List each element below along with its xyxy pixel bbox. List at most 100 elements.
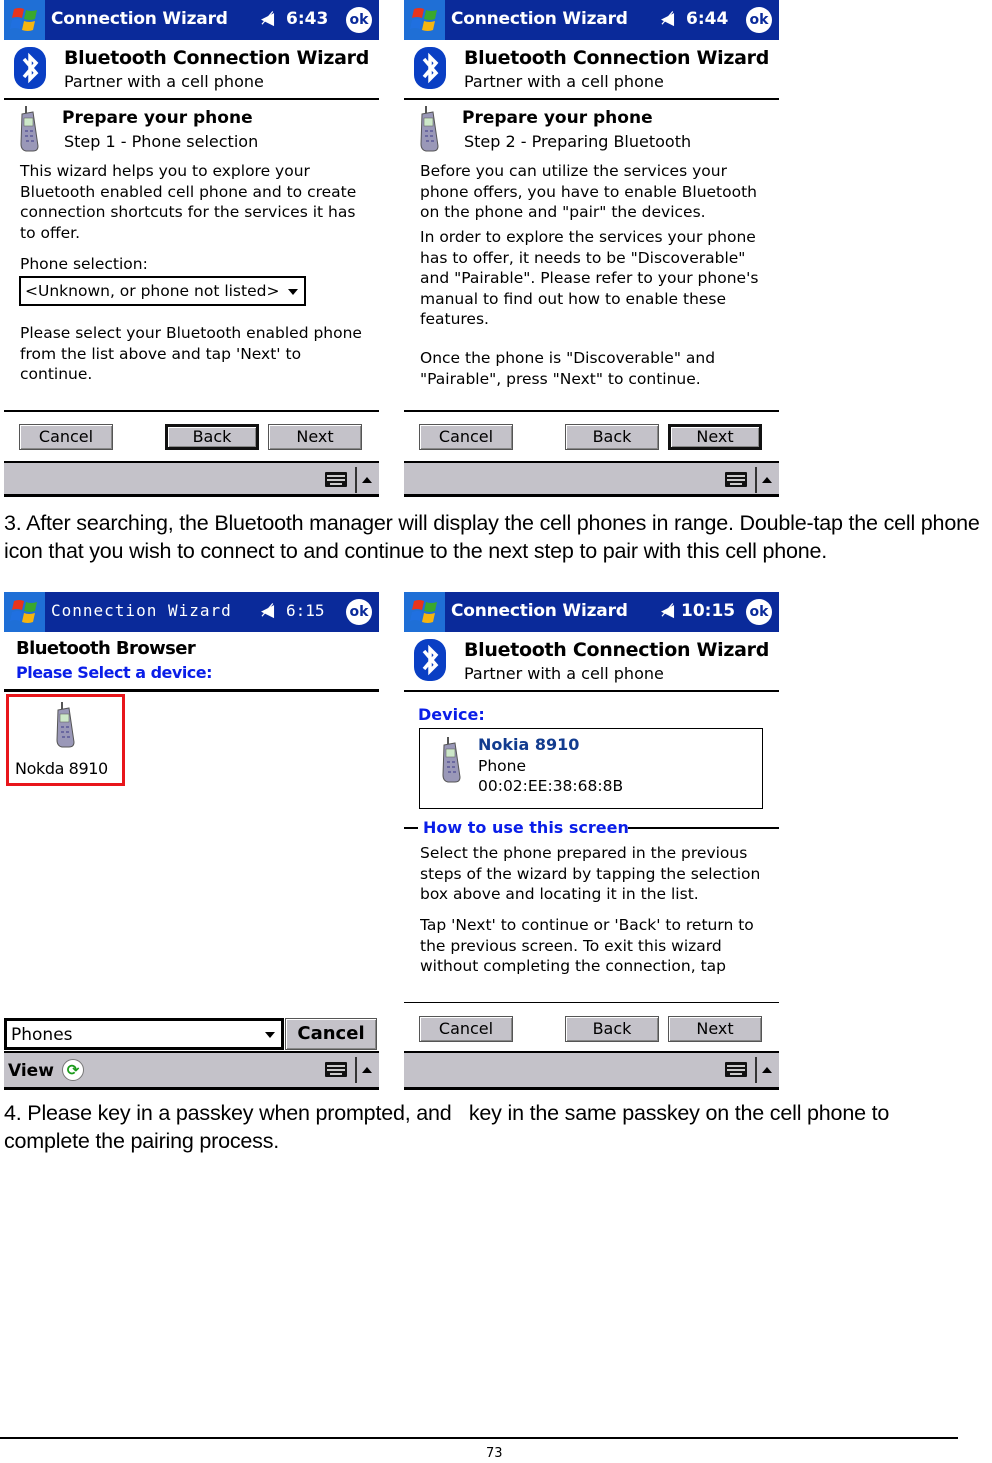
filter-dropdown[interactable]: Phones bbox=[4, 1018, 284, 1050]
start-button[interactable] bbox=[404, 0, 445, 40]
browser-title: Bluetooth Browser bbox=[16, 638, 196, 659]
clock[interactable]: 10:15 bbox=[681, 601, 735, 621]
start-button[interactable] bbox=[4, 592, 45, 632]
keyboard-icon[interactable] bbox=[325, 1062, 347, 1077]
device-selection-box[interactable]: Nokia 8910 Phone 00:02:EE:38:68:8B bbox=[419, 728, 763, 809]
device-name: Nokda 8910 bbox=[15, 759, 108, 778]
next-button[interactable]: Next bbox=[668, 1016, 762, 1042]
up-arrow-icon[interactable] bbox=[762, 1067, 772, 1073]
cell-phone-icon bbox=[418, 106, 440, 152]
app-title: Connection Wizard bbox=[451, 601, 628, 621]
up-arrow-icon[interactable] bbox=[762, 477, 772, 483]
cell-phone-icon bbox=[440, 737, 462, 783]
paragraph-1: Before you can utilize the services your… bbox=[420, 162, 757, 221]
wizard-title: Bluetooth Connection Wizard bbox=[464, 639, 770, 661]
group-rule-right bbox=[628, 827, 779, 829]
bluetooth-browser-screen: Connection Wizard ◀̸ 6:15 ok Bluetooth B… bbox=[4, 592, 379, 1092]
clock[interactable]: 6:43 bbox=[286, 9, 328, 29]
windows-start-icon bbox=[10, 598, 40, 626]
wizard-title: Bluetooth Connection Wizard bbox=[464, 47, 770, 69]
menu-bar bbox=[404, 461, 779, 497]
browser-subtitle: Please Select a device: bbox=[16, 663, 213, 682]
cancel-button[interactable]: Cancel bbox=[19, 424, 113, 450]
cancel-button[interactable]: Cancel bbox=[419, 1016, 513, 1042]
ok-button[interactable]: ok bbox=[746, 7, 772, 33]
step-subtitle: Step 1 - Phone selection bbox=[64, 132, 259, 151]
view-menu[interactable]: View bbox=[8, 1061, 54, 1081]
page-number: 73 bbox=[486, 1446, 503, 1461]
start-button[interactable] bbox=[404, 592, 445, 632]
step-title: Prepare your phone bbox=[62, 108, 253, 128]
filter-value: Phones bbox=[11, 1025, 73, 1045]
step-subtitle: Step 2 - Preparing Bluetooth bbox=[464, 132, 692, 151]
ok-button[interactable]: ok bbox=[346, 599, 372, 625]
title-bar: Connection Wizard ◀̸ 6:15 ok bbox=[4, 592, 379, 632]
divider bbox=[404, 98, 779, 100]
chevron-down-icon bbox=[265, 1032, 275, 1038]
wizard-screen-device: Connection Wizard ◀̸ 10:15 ok Bluetooth … bbox=[404, 592, 779, 1092]
divider bbox=[4, 410, 379, 412]
group-rule-left bbox=[404, 827, 418, 829]
next-button[interactable]: Next bbox=[668, 424, 762, 450]
separator bbox=[755, 467, 757, 493]
phone-selection-value: <Unknown, or phone not listed> bbox=[25, 282, 280, 300]
divider bbox=[404, 1002, 779, 1003]
clock[interactable]: 6:15 bbox=[286, 601, 325, 620]
cancel-button[interactable]: Cancel bbox=[419, 424, 513, 450]
back-button[interactable]: Back bbox=[565, 1016, 659, 1042]
device-name: Nokia 8910 bbox=[478, 735, 580, 754]
title-bar: Connection Wizard ◀̸ 6:43 ok bbox=[4, 0, 379, 40]
wizard-subtitle: Partner with a cell phone bbox=[464, 664, 664, 683]
clock[interactable]: 6:44 bbox=[686, 9, 728, 29]
menu-bar bbox=[404, 1051, 779, 1090]
intro-text: This wizard helps you to explore your Bl… bbox=[20, 162, 357, 242]
refresh-icon[interactable]: ⟳ bbox=[62, 1059, 84, 1081]
step-title: Prepare your phone bbox=[462, 108, 653, 128]
phone-selection-label: Phone selection: bbox=[20, 255, 148, 273]
divider bbox=[4, 689, 379, 692]
windows-start-icon bbox=[410, 598, 440, 626]
keyboard-icon[interactable] bbox=[725, 472, 747, 487]
cell-phone-icon bbox=[18, 106, 40, 152]
cell-phone-icon bbox=[54, 702, 76, 748]
footer-rule bbox=[0, 1437, 958, 1439]
next-button[interactable]: Next bbox=[268, 424, 362, 450]
speaker-icon[interactable]: ◀̸ bbox=[261, 601, 274, 621]
cancel-button[interactable]: Cancel bbox=[285, 1018, 377, 1050]
ok-button[interactable]: ok bbox=[746, 599, 772, 625]
keyboard-icon[interactable] bbox=[325, 472, 347, 487]
bluetooth-icon bbox=[14, 47, 46, 89]
wizard-screen-step1: Connection Wizard ◀̸ 6:43 ok Bluetooth C… bbox=[4, 0, 379, 500]
up-arrow-icon[interactable] bbox=[362, 477, 372, 483]
keyboard-icon[interactable] bbox=[725, 1062, 747, 1077]
back-button[interactable]: Back bbox=[565, 424, 659, 450]
step-4-text: 4. Please key in a passkey when prompted… bbox=[4, 1101, 895, 1153]
speaker-icon[interactable]: ◀̸ bbox=[661, 9, 674, 29]
bluetooth-icon bbox=[414, 639, 446, 681]
divider bbox=[4, 98, 379, 100]
wizard-title: Bluetooth Connection Wizard bbox=[64, 47, 370, 69]
up-arrow-icon[interactable] bbox=[362, 1067, 372, 1073]
separator bbox=[355, 467, 357, 493]
ok-button[interactable]: ok bbox=[346, 7, 372, 33]
howto-paragraph-2: Tap 'Next' to continue or 'Back' to retu… bbox=[420, 916, 754, 975]
howto-title: How to use this screen bbox=[423, 818, 629, 837]
separator bbox=[755, 1057, 757, 1083]
device-item-selected[interactable]: Nokda 8910 bbox=[6, 694, 125, 786]
divider bbox=[404, 690, 779, 692]
back-button[interactable]: Back bbox=[165, 424, 259, 450]
howto-paragraph-1: Select the phone prepared in the previou… bbox=[420, 844, 761, 903]
speaker-icon[interactable]: ◀̸ bbox=[661, 601, 674, 621]
device-address: 00:02:EE:38:68:8B bbox=[478, 777, 624, 795]
menu-bar bbox=[4, 461, 379, 497]
menu-bar: View ⟳ bbox=[4, 1051, 379, 1090]
speaker-icon[interactable]: ◀̸ bbox=[261, 9, 274, 29]
step-3-text: 3. After searching, the Bluetooth manage… bbox=[4, 511, 980, 563]
wizard-subtitle: Partner with a cell phone bbox=[64, 72, 264, 91]
start-button[interactable] bbox=[4, 0, 45, 40]
phone-selection-dropdown[interactable]: <Unknown, or phone not listed> bbox=[19, 276, 306, 306]
device-label: Device: bbox=[418, 705, 485, 724]
app-title: Connection Wizard bbox=[51, 9, 228, 29]
paragraph-2: In order to explore the services your ph… bbox=[420, 228, 759, 328]
windows-start-icon bbox=[410, 6, 440, 34]
